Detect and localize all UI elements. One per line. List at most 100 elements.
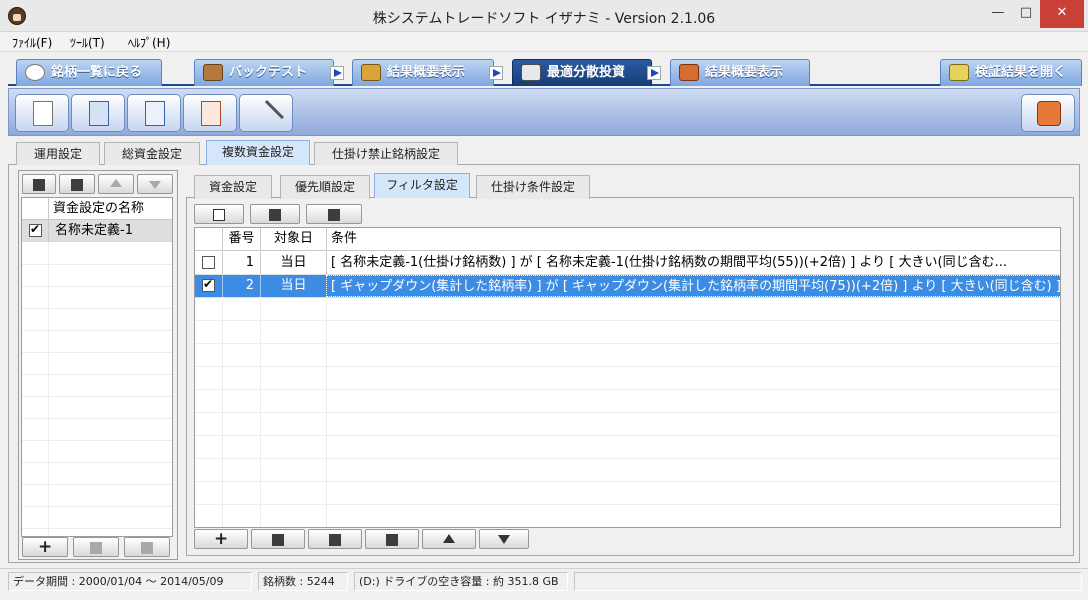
grid-line bbox=[195, 343, 1060, 344]
grid-line bbox=[195, 435, 1060, 436]
backtest-label: バックテスト bbox=[229, 65, 308, 80]
folder-icon bbox=[949, 64, 969, 81]
fund-settings-list: 資金設定の名称 名称未定義-1 bbox=[21, 197, 173, 537]
table-header: 番号 対象日 条件 bbox=[195, 228, 1060, 251]
back-to-stock-list-label: 銘柄一覧に戻る bbox=[51, 65, 143, 80]
fund-settings-button[interactable] bbox=[71, 94, 125, 132]
tab-fund-settings[interactable]: 資金設定 bbox=[194, 175, 272, 199]
delete-filter-button[interactable] bbox=[308, 529, 362, 549]
grid-line bbox=[195, 481, 1060, 482]
tab-total-fund-settings[interactable]: 総資金設定 bbox=[104, 142, 200, 166]
result-summary-button-2[interactable]: 結果概要表示 bbox=[670, 59, 810, 86]
menu-tool[interactable]: ﾂｰﾙ(T) bbox=[70, 34, 105, 51]
trash-icon bbox=[141, 542, 153, 554]
backtest-button[interactable]: バックテスト bbox=[194, 59, 334, 86]
arrow-up-icon bbox=[443, 534, 455, 543]
menu-file[interactable]: ﾌｧｲﾙ(F) bbox=[12, 34, 52, 51]
save-as-button[interactable] bbox=[59, 174, 95, 194]
result-summary-button-1[interactable]: 結果概要表示 bbox=[352, 59, 494, 86]
edit-icon bbox=[386, 534, 398, 546]
back-to-stock-list-button[interactable]: 銘柄一覧に戻る bbox=[16, 59, 162, 86]
navigation-strip: 銘柄一覧に戻る バックテスト 結果概要表示 最適分散投資 結果概要表示 検証結果… bbox=[8, 56, 1082, 86]
column-header-target-date: 対象日 bbox=[260, 228, 326, 251]
tab-operation-settings[interactable]: 運用設定 bbox=[16, 142, 100, 166]
open-results-label: 検証結果を開く bbox=[975, 65, 1067, 80]
grid-line bbox=[22, 264, 172, 265]
grid-line bbox=[22, 484, 172, 485]
grid-line bbox=[195, 458, 1060, 459]
grid-line bbox=[22, 286, 172, 287]
save-as-icon bbox=[71, 179, 83, 191]
table-row[interactable]: 1 当日 [ 名称未定義-1(仕掛け銘柄数) ] が [ 名称未定義-1(仕掛け… bbox=[195, 252, 1060, 275]
status-drive-space: (D:) ドライブの空き容量 : 約 351.8 GB bbox=[354, 572, 568, 591]
main-settings-tabs: 運用設定 総資金設定 複数資金設定 仕掛け禁止銘柄設定 bbox=[8, 140, 1080, 166]
copy-button[interactable] bbox=[73, 537, 119, 557]
grid-line bbox=[22, 374, 172, 375]
row-target-date: 当日 bbox=[260, 275, 326, 297]
row-condition: [ ギャップダウン(集計した銘柄率) ] が [ ギャップダウン(集計した銘柄率… bbox=[326, 275, 1060, 297]
tab-prohibited-stocks-settings[interactable]: 仕掛け禁止銘柄設定 bbox=[314, 142, 458, 166]
step-arrow-icon bbox=[489, 66, 503, 80]
delete-button[interactable] bbox=[124, 537, 170, 557]
sub-settings-tabs: 資金設定 優先順設定 フィルタ設定 仕掛け条件設定 bbox=[186, 173, 1074, 199]
eye-icon bbox=[25, 64, 45, 81]
grid-line bbox=[195, 366, 1060, 367]
fund-settings-list-panel: 資金設定の名称 名称未定義-1 + bbox=[18, 170, 178, 560]
copy-icon bbox=[272, 534, 284, 546]
status-data-period: データ期間 : 2000/01/04 ～ 2014/05/09 bbox=[8, 572, 252, 591]
move-filter-down-button[interactable] bbox=[479, 529, 529, 549]
save-filter-button[interactable] bbox=[250, 204, 300, 224]
plus-icon: + bbox=[214, 529, 229, 549]
close-button[interactable]: ✕ bbox=[1040, 0, 1084, 28]
row-number: 1 bbox=[222, 252, 260, 274]
window-title: 株システムトレードソフト イザナミ - Version 2.1.06 bbox=[372, 11, 716, 27]
row-checkbox[interactable] bbox=[202, 277, 215, 292]
grid-line bbox=[195, 320, 1060, 321]
save-filter-as-button[interactable] bbox=[306, 204, 362, 224]
list-item[interactable]: 名称未定義-1 bbox=[22, 220, 172, 242]
grid-line bbox=[195, 389, 1060, 390]
list-header: 資金設定の名称 bbox=[22, 198, 172, 220]
chart-icon bbox=[679, 64, 699, 81]
menu-bar: ﾌｧｲﾙ(F) ﾂｰﾙ(T) ﾍﾙﾌﾟ(H) bbox=[0, 32, 1088, 52]
copy-filter-button[interactable] bbox=[251, 529, 305, 549]
tab-priority-settings[interactable]: 優先順設定 bbox=[280, 175, 370, 199]
run-button[interactable] bbox=[1021, 94, 1075, 132]
grid-line bbox=[22, 352, 172, 353]
optimal-diversification-button[interactable]: 最適分散投資 bbox=[512, 59, 652, 86]
save-button[interactable] bbox=[22, 174, 56, 194]
plus-icon: + bbox=[38, 537, 53, 557]
title-bar: 株システムトレードソフト イザナミ - Version 2.1.06 — □ ✕ bbox=[0, 0, 1088, 32]
move-filter-up-button[interactable] bbox=[422, 529, 476, 549]
step-arrow-icon bbox=[647, 66, 661, 80]
new-filter-button[interactable] bbox=[194, 204, 244, 224]
grid-line bbox=[22, 440, 172, 441]
table-row[interactable]: 2 当日 [ ギャップダウン(集計した銘柄率) ] が [ ギャップダウン(集計… bbox=[195, 275, 1060, 298]
tools-button[interactable] bbox=[239, 94, 293, 134]
tab-filter-settings[interactable]: フィルタ設定 bbox=[374, 173, 470, 198]
grid-line bbox=[22, 308, 172, 309]
add-button[interactable]: + bbox=[22, 537, 68, 557]
calculator-icon bbox=[521, 64, 541, 81]
money-bag-icon bbox=[361, 64, 381, 81]
row-checkbox[interactable] bbox=[202, 256, 215, 269]
import-button[interactable] bbox=[183, 94, 237, 132]
new-file-button[interactable] bbox=[15, 94, 69, 132]
save-as-icon bbox=[328, 209, 340, 221]
open-results-button[interactable]: 検証結果を開く bbox=[940, 59, 1082, 86]
move-down-button[interactable] bbox=[137, 174, 173, 194]
arrow-down-icon bbox=[149, 181, 161, 189]
add-filter-button[interactable]: + bbox=[194, 529, 248, 549]
tab-multiple-fund-settings[interactable]: 複数資金設定 bbox=[206, 140, 310, 165]
export-button[interactable] bbox=[127, 94, 181, 132]
menu-help[interactable]: ﾍﾙﾌﾟ(H) bbox=[128, 34, 170, 51]
grid-line bbox=[22, 396, 172, 397]
edit-filter-button[interactable] bbox=[365, 529, 419, 549]
tab-entry-condition-settings[interactable]: 仕掛け条件設定 bbox=[476, 175, 590, 199]
list-item-checkbox[interactable] bbox=[29, 222, 42, 237]
move-up-button[interactable] bbox=[98, 174, 134, 194]
minimize-button[interactable]: — bbox=[984, 0, 1012, 28]
status-stock-count: 銘柄数 : 5244 bbox=[258, 572, 348, 591]
maximize-button[interactable]: □ bbox=[1012, 0, 1040, 28]
result-summary-label-1: 結果概要表示 bbox=[387, 65, 466, 80]
